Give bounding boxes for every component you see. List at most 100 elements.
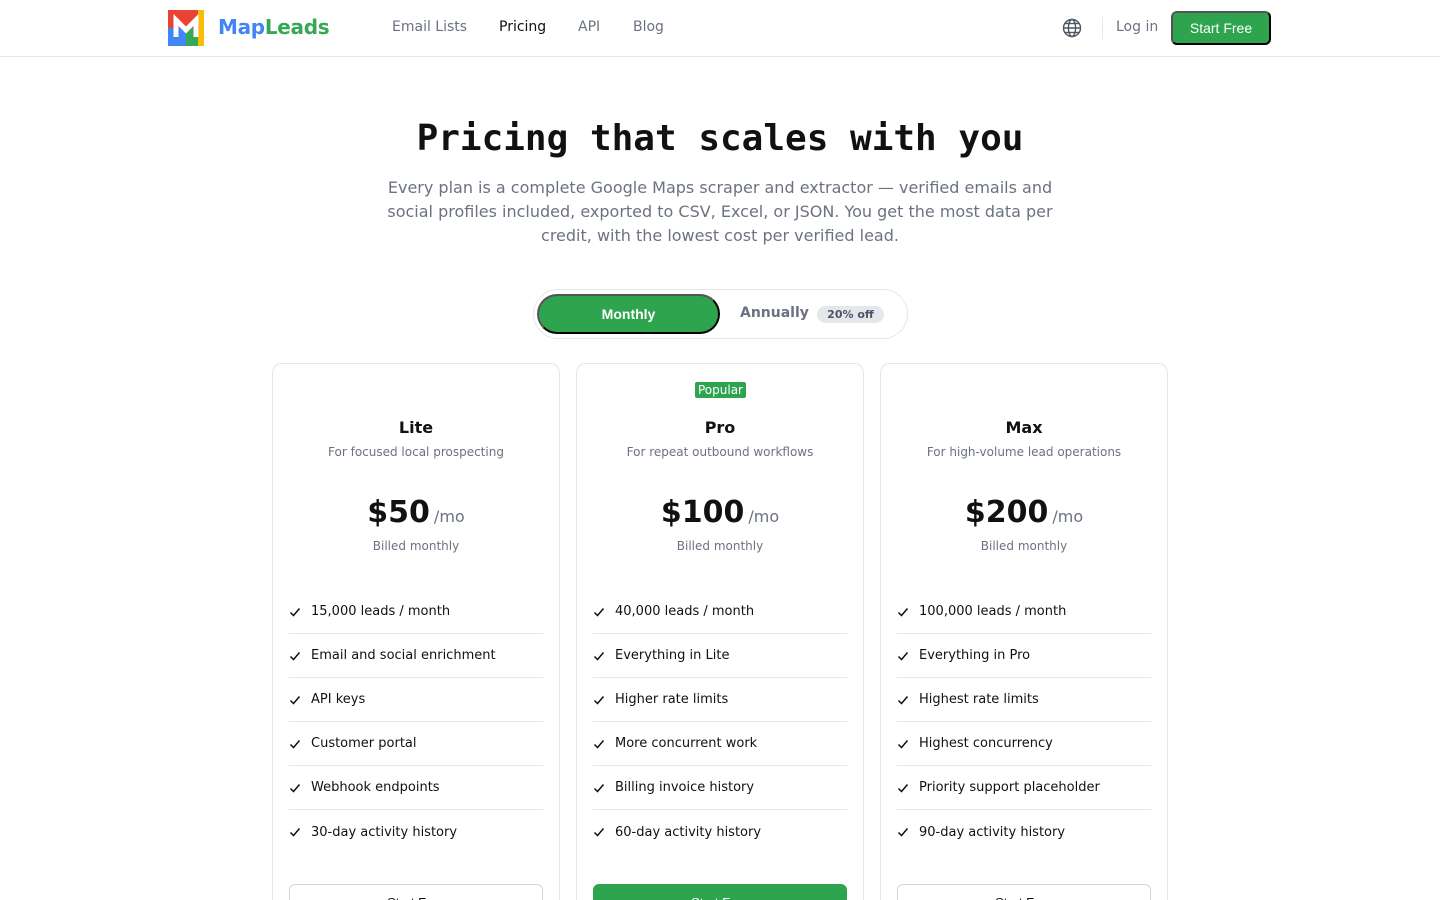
plan-name: Lite bbox=[398, 418, 434, 437]
start-free-header-button[interactable]: Start Free bbox=[1171, 11, 1271, 45]
plan-price: $200 bbox=[964, 495, 1049, 530]
plan-feature: 60-day activity history bbox=[593, 810, 847, 854]
page-subtitle: Every plan is a complete Google Maps scr… bbox=[387, 178, 1053, 245]
plan-feature-label: 90-day activity history bbox=[919, 824, 1066, 840]
plan-feature-label: Everything in Lite bbox=[615, 648, 730, 663]
plan-billing-note: Billed monthly bbox=[980, 539, 1068, 553]
plan-feature-label: Webhook endpoints bbox=[311, 780, 440, 795]
plan-name: Pro bbox=[704, 418, 736, 437]
plan-feature: 90-day activity history bbox=[897, 810, 1151, 854]
check-icon bbox=[897, 783, 909, 793]
check-icon bbox=[593, 607, 605, 617]
plan-period: /mo bbox=[433, 507, 465, 526]
plan-name: Max bbox=[1005, 418, 1043, 437]
check-icon bbox=[897, 695, 909, 705]
plan-feature: 40,000 leads / month bbox=[593, 590, 847, 634]
plan-price-row: $100 /mo bbox=[577, 495, 863, 530]
plan-feature-label: 15,000 leads / month bbox=[311, 604, 451, 619]
plan-feature-list: 100,000 leads / month Everything in Pro … bbox=[897, 590, 1151, 854]
plan-description: For high-volume lead operations bbox=[926, 445, 1122, 459]
plan-price-row: $50 /mo bbox=[273, 495, 559, 530]
plan-feature: Everything in Lite bbox=[593, 634, 847, 678]
brand-name[interactable]: MapLeads bbox=[218, 15, 330, 39]
plan-feature-label: 30-day activity history bbox=[311, 824, 458, 840]
brand-name-leads: Leads bbox=[264, 15, 330, 39]
check-icon bbox=[289, 607, 301, 617]
plan-period: /mo bbox=[748, 507, 780, 526]
check-icon bbox=[593, 783, 605, 793]
check-icon bbox=[289, 739, 301, 749]
check-icon bbox=[897, 607, 909, 617]
nav-pricing[interactable]: Pricing bbox=[499, 19, 546, 35]
nav-api[interactable]: API bbox=[578, 19, 600, 35]
plan-billing-note: Billed monthly bbox=[372, 539, 460, 553]
site-header: MapLeads Email Lists Pricing API Blog Lo… bbox=[0, 0, 1440, 57]
header-divider bbox=[1102, 17, 1103, 39]
plan-feature: API keys bbox=[289, 678, 543, 722]
plan-feature-label: Higher rate limits bbox=[615, 692, 729, 707]
check-icon bbox=[593, 739, 605, 749]
plan-feature: Email and social enrichment bbox=[289, 634, 543, 678]
plan-description: For repeat outbound workflows bbox=[626, 445, 814, 459]
plan-period: /mo bbox=[1052, 507, 1084, 526]
check-icon bbox=[897, 651, 909, 661]
popular-badge: Popular bbox=[695, 382, 746, 398]
check-icon bbox=[593, 828, 605, 837]
plan-card-lite: Lite For focused local prospecting $50 /… bbox=[272, 363, 560, 900]
plan-feature-list: 40,000 leads / month Everything in Lite … bbox=[593, 590, 847, 854]
plan-feature-label: Highest concurrency bbox=[919, 736, 1053, 751]
plan-feature: 30-day activity history bbox=[289, 810, 543, 854]
plan-feature: Webhook endpoints bbox=[289, 766, 543, 810]
plan-feature-label: Priority support placeholder bbox=[919, 780, 1100, 795]
plan-feature-label: More concurrent work bbox=[615, 736, 758, 751]
discount-badge: 20% off bbox=[817, 306, 884, 323]
plan-feature: Higher rate limits bbox=[593, 678, 847, 722]
billing-monthly-option[interactable]: Monthly bbox=[537, 294, 720, 334]
check-icon bbox=[289, 828, 301, 837]
billing-toggle: Monthly Annually 20% off bbox=[533, 289, 908, 339]
plan-feature: Highest rate limits bbox=[897, 678, 1151, 722]
plan-feature-label: Everything in Pro bbox=[919, 648, 1031, 663]
plan-feature-label: API keys bbox=[311, 692, 366, 707]
plan-feature-list: 15,000 leads / month Email and social en… bbox=[289, 590, 543, 854]
plan-card-max: Max For high-volume lead operations $200… bbox=[880, 363, 1168, 900]
plan-price: $100 bbox=[660, 495, 745, 530]
plan-feature-label: 100,000 leads / month bbox=[919, 604, 1067, 619]
check-icon bbox=[289, 695, 301, 705]
plan-feature: Customer portal bbox=[289, 722, 543, 766]
login-link[interactable]: Log in bbox=[1116, 19, 1158, 35]
nav-email-lists[interactable]: Email Lists bbox=[392, 19, 467, 35]
plan-feature-label: Customer portal bbox=[311, 736, 417, 751]
plan-feature: 15,000 leads / month bbox=[289, 590, 543, 634]
plan-feature: More concurrent work bbox=[593, 722, 847, 766]
plan-feature-label: Billing invoice history bbox=[615, 780, 755, 795]
plan-feature: 100,000 leads / month bbox=[897, 590, 1151, 634]
plan-feature: Billing invoice history bbox=[593, 766, 847, 810]
plan-feature: Highest concurrency bbox=[897, 722, 1151, 766]
brand-name-map: Map bbox=[218, 15, 265, 39]
plan-billing-note: Billed monthly bbox=[676, 539, 764, 553]
start-free-pro-button[interactable]: Start Free bbox=[593, 884, 847, 900]
check-icon bbox=[897, 739, 909, 749]
plan-feature-label: Highest rate limits bbox=[919, 692, 1039, 707]
plan-feature-label: 40,000 leads / month bbox=[615, 604, 755, 619]
plan-description: For focused local prospecting bbox=[328, 445, 504, 459]
globe-icon[interactable] bbox=[1062, 18, 1082, 38]
check-icon bbox=[897, 828, 909, 837]
check-icon bbox=[289, 651, 301, 661]
billing-annually-option[interactable]: Annually bbox=[740, 305, 809, 321]
plan-feature-label: Email and social enrichment bbox=[311, 648, 496, 663]
nav-blog[interactable]: Blog bbox=[633, 19, 664, 35]
plan-feature: Everything in Pro bbox=[897, 634, 1151, 678]
page-title: Pricing that scales with you bbox=[416, 118, 1024, 159]
plan-price: $50 bbox=[367, 495, 430, 530]
plan-price-row: $200 /mo bbox=[881, 495, 1167, 530]
check-icon bbox=[593, 695, 605, 705]
plan-feature-label: 60-day activity history bbox=[615, 824, 762, 840]
plan-feature: Priority support placeholder bbox=[897, 766, 1151, 810]
start-free-lite-button[interactable]: Start Free bbox=[289, 884, 543, 900]
check-icon bbox=[289, 783, 301, 793]
mapleads-logo-icon[interactable] bbox=[168, 10, 204, 46]
plan-card-pro: Popular Pro For repeat outbound workflow… bbox=[576, 363, 864, 900]
start-free-max-button[interactable]: Start Free bbox=[897, 884, 1151, 900]
